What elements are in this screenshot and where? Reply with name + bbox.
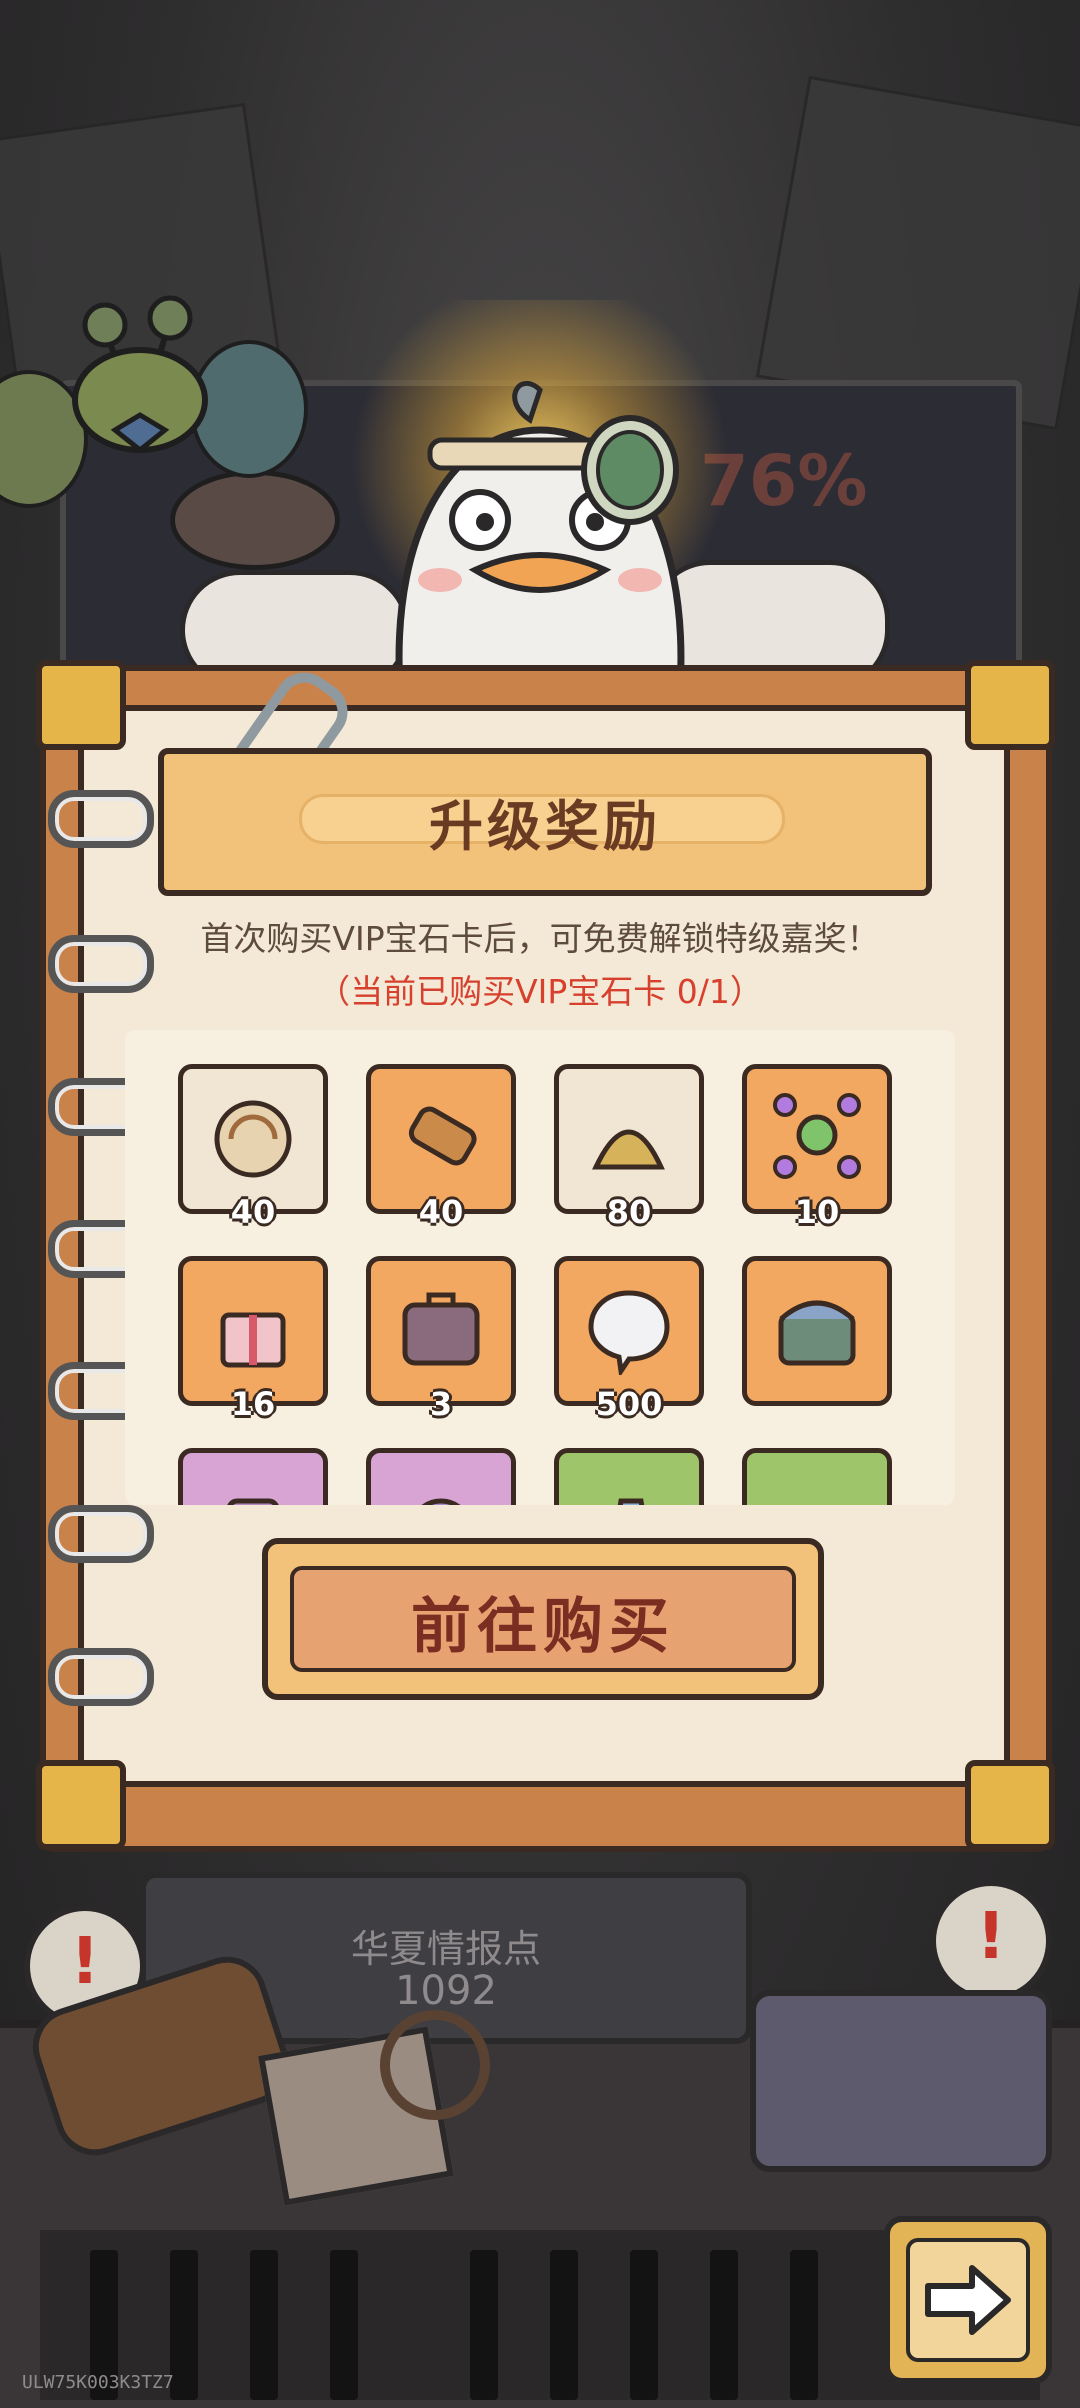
reward-item[interactable] xyxy=(178,1448,328,1505)
bronze-cannon-icon xyxy=(408,1106,477,1166)
panel-description: 首次购买VIP宝石卡后，可免费解锁特级嘉奖！ xyxy=(200,919,880,958)
frame-corner xyxy=(36,660,126,750)
alert-icon[interactable]: ! xyxy=(930,1880,1052,2002)
suitcase-icon xyxy=(402,1292,480,1366)
magnifier-icon[interactable] xyxy=(380,2010,490,2120)
binder-ring xyxy=(48,790,154,848)
golden-claw-icon xyxy=(592,1129,665,1170)
reward-quantity: 500 xyxy=(595,1385,663,1423)
purchase-status: （当前已购买VIP宝石卡 0/1） xyxy=(317,972,763,1011)
speech-bubble-icon xyxy=(588,1290,670,1375)
go-buy-button[interactable]: 前往购买 xyxy=(262,1538,824,1700)
reward-quantity: 16 xyxy=(230,1385,276,1423)
reward-quantity: 10 xyxy=(794,1193,840,1231)
reward-item[interactable]: 10 xyxy=(742,1064,892,1231)
piano-key xyxy=(630,2250,658,2400)
frame-corner xyxy=(965,660,1055,750)
binder-ring xyxy=(48,1505,154,1563)
reward-item[interactable] xyxy=(366,1448,516,1505)
reward-item[interactable] xyxy=(554,1448,704,1505)
piano-key xyxy=(470,2250,498,2400)
reward-item[interactable]: 16 xyxy=(178,1256,328,1423)
orb-icon xyxy=(421,1498,461,1505)
lantern-icon xyxy=(227,1498,279,1505)
book-icon xyxy=(769,1471,865,1505)
reward-item[interactable]: 3 xyxy=(366,1256,516,1423)
reward-quantity: 80 xyxy=(606,1193,652,1231)
piano-key xyxy=(550,2250,578,2400)
reward-item[interactable]: 80 xyxy=(554,1064,704,1231)
go-buy-button-label: 前往购买 xyxy=(411,1592,675,1662)
gift-box-icon xyxy=(220,1312,286,1368)
watermark: ULW75K003K3TZ7 xyxy=(22,2372,174,2393)
next-arrow-button-inner xyxy=(906,2238,1030,2362)
title-banner: 升级奖励 xyxy=(158,748,932,896)
binder-ring xyxy=(48,1648,154,1706)
fossil-shell-icon xyxy=(214,1100,292,1178)
piano-key xyxy=(170,2250,198,2400)
frame-corner xyxy=(36,1760,126,1850)
piano-key xyxy=(790,2250,818,2400)
reward-quantity: 40 xyxy=(418,1193,464,1231)
reward-item[interactable]: 500 xyxy=(554,1256,704,1423)
frame-corner xyxy=(965,1760,1055,1850)
treasure-chest-icon xyxy=(778,1300,856,1366)
crystal-icon xyxy=(617,1498,645,1505)
eye-decoration xyxy=(170,470,340,570)
reward-item[interactable]: 40 xyxy=(366,1064,516,1231)
snail-mascot-icon xyxy=(72,295,208,454)
duck-mascot-icon xyxy=(395,381,685,690)
reward-quantity: 3 xyxy=(429,1385,453,1423)
reward-grid[interactable]: 40 40 80 10 16 3 500 xyxy=(125,1030,955,1505)
piano-key xyxy=(330,2250,358,2400)
basket-icon[interactable] xyxy=(750,1990,1052,2172)
reward-quantity: 40 xyxy=(230,1193,276,1231)
molecule-gem-icon xyxy=(773,1093,861,1179)
arrow-right-icon xyxy=(925,2265,1011,2335)
background-paper xyxy=(755,75,1080,431)
piano-key xyxy=(710,2250,738,2400)
piano-key xyxy=(250,2250,278,2400)
reward-item[interactable]: 40 xyxy=(178,1064,328,1231)
next-arrow-button[interactable] xyxy=(884,2216,1052,2384)
reward-item[interactable] xyxy=(742,1448,892,1505)
reward-item[interactable] xyxy=(742,1256,892,1406)
panel-title: 升级奖励 xyxy=(429,795,661,858)
